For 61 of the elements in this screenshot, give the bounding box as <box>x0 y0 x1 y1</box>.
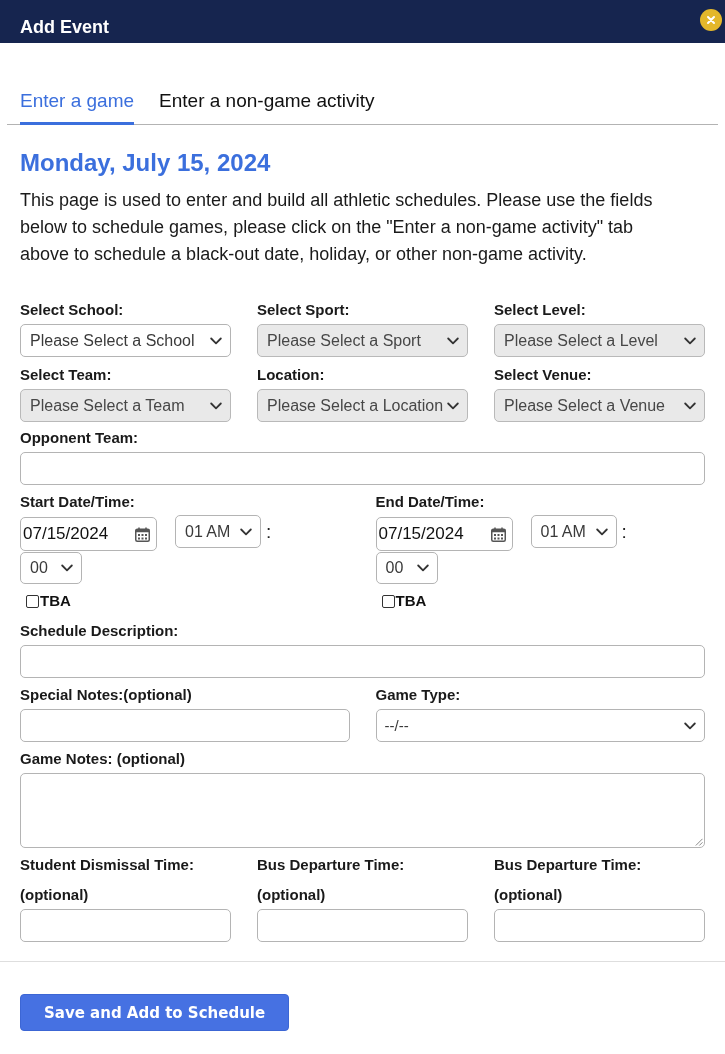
date-input[interactable]: 07/15/2024 <box>20 517 157 551</box>
chevron-down-icon <box>447 336 459 345</box>
date-input[interactable]: 07/15/2024 <box>375 517 513 551</box>
field-label: (optional) <box>20 886 90 904</box>
chevron-down-icon <box>684 721 696 730</box>
field-label: Select Team: <box>20 366 113 384</box>
field-label: Bus Departure Time: <box>257 856 406 874</box>
chevron-down-icon <box>416 564 429 572</box>
tab[interactable]: Enter a non-game activity <box>159 90 375 125</box>
time-separator: : <box>266 520 272 544</box>
text-input[interactable] <box>20 909 231 942</box>
dialog-title: Add Event <box>20 16 109 38</box>
dropdown[interactable]: --/-- <box>375 709 705 742</box>
field-label: Start Date/Time: <box>20 493 136 511</box>
text-input[interactable] <box>257 909 468 942</box>
text-input[interactable] <box>20 709 350 742</box>
field-label: Select Venue: <box>494 366 593 384</box>
field-label: Student Dismissal Time: <box>20 856 195 874</box>
time-separator: : <box>621 520 627 544</box>
checkbox[interactable] <box>26 594 39 608</box>
dropdown[interactable]: 00 <box>20 552 82 584</box>
dropdown[interactable]: 01 AM <box>530 515 617 548</box>
dropdown[interactable]: 01 AM <box>175 515 261 548</box>
chevron-down-icon <box>210 401 222 410</box>
checkbox[interactable] <box>381 594 395 608</box>
dropdown[interactable]: Please Select a School <box>20 324 231 357</box>
field-label: Schedule Description: <box>20 622 180 640</box>
field-label: (optional) <box>494 886 564 904</box>
resize-handle-icon[interactable] <box>695 838 703 846</box>
field-label: Bus Departure Time: <box>494 856 643 874</box>
close-icon[interactable] <box>700 9 722 31</box>
chevron-down-icon <box>595 527 608 536</box>
chevron-down-icon <box>240 527 252 536</box>
field-label: Opponent Team: <box>20 429 140 447</box>
chevron-down-icon <box>447 401 459 410</box>
date-heading: Monday, July 15, 2024 <box>20 148 272 178</box>
field-label: Select School: <box>20 301 125 319</box>
field-label: Game Type: <box>375 686 462 704</box>
calendar-icon[interactable] <box>490 526 506 542</box>
checkbox-label: TBA <box>395 592 427 610</box>
chevron-down-icon <box>684 401 696 410</box>
tab[interactable]: Enter a game <box>20 90 135 125</box>
field-label: End Date/Time: <box>375 493 486 511</box>
field-label: Game Notes: (optional) <box>20 750 186 768</box>
chevron-down-icon <box>684 336 696 345</box>
text-input[interactable] <box>20 452 705 485</box>
field-label: Select Level: <box>494 301 587 319</box>
calendar-icon[interactable] <box>135 526 150 542</box>
checkbox-label: TBA <box>40 592 71 610</box>
field-label: Special Notes:(optional) <box>20 686 193 704</box>
save-button[interactable]: Save and Add to Schedule <box>20 994 290 1031</box>
chevron-down-icon <box>61 564 73 572</box>
intro-text: This page is used to enter and build all athletic schedules. Please use the fields below to schedule games, please click on the "Enter a non-game activity" tab above to schedule a black-out date, holiday, or other non-game activity. <box>20 189 654 266</box>
field-label: Location: <box>257 366 326 384</box>
field-label: Select Sport: <box>257 301 351 319</box>
text-input[interactable] <box>20 645 705 678</box>
dropdown[interactable]: 00 <box>375 552 438 584</box>
text-area[interactable] <box>20 773 705 848</box>
field-label: (optional) <box>257 886 327 904</box>
text-input[interactable] <box>494 909 705 942</box>
chevron-down-icon <box>210 336 222 345</box>
